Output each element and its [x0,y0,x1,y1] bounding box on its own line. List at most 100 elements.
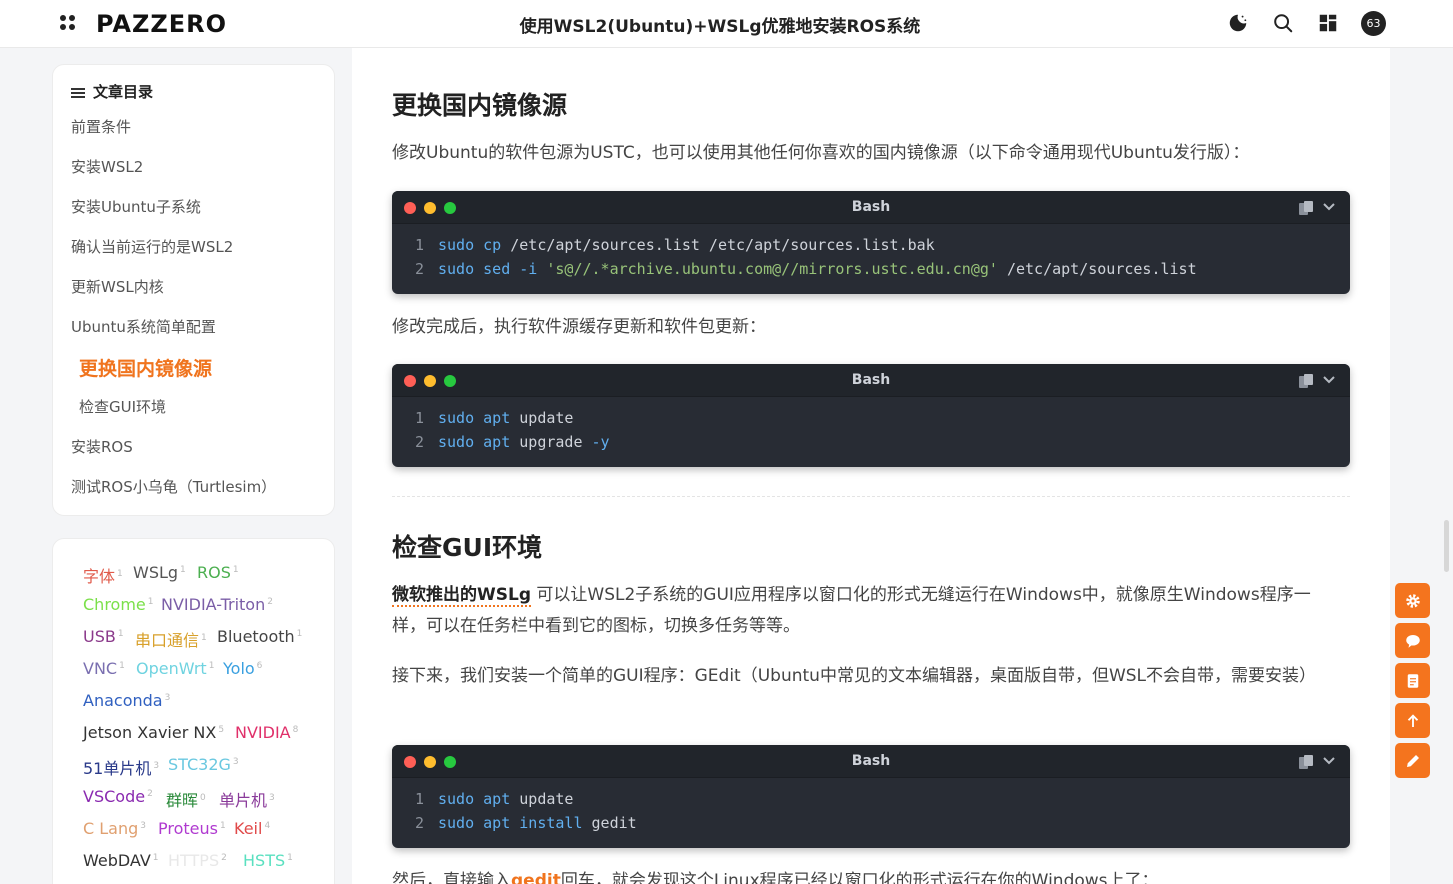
toc-item[interactable]: 安装ROS [71,436,133,457]
tag-link[interactable]: Keil 4 [234,819,270,838]
tag-name: Keil [234,819,263,838]
gear-icon [1405,593,1420,608]
tag-count: 1 [208,660,215,671]
tag-link[interactable]: 51单片机 3 [83,755,159,779]
tag-link[interactable]: Yolo 6 [223,659,262,678]
copy-icon[interactable] [1298,754,1314,770]
tag-count: 2 [221,852,227,863]
tag-name: NVIDIA-Triton [161,595,266,614]
toc-item[interactable]: 安装WSL2 [71,156,143,177]
tag-count: 2 [147,788,153,799]
chevron-down-icon[interactable] [1322,200,1336,214]
tag-link[interactable]: 单片机 3 [219,787,275,811]
tag-link[interactable]: USB 1 [83,627,124,646]
tag-link[interactable]: OpenWrt 1 [136,659,214,678]
tag-name: WSLg [133,563,179,582]
tag-link[interactable]: Jetson Xavier NX 5 [83,723,224,742]
tag-count: 1 [287,852,293,863]
tag-name: Jetson Xavier NX [83,723,217,742]
toc-item-active[interactable]: 更换国内镜像源 [79,354,212,381]
tag-link[interactable]: VSCode 2 [83,787,153,806]
toc-toggle-button[interactable] [1395,663,1430,698]
scrollbar[interactable] [1444,520,1449,572]
tag-link[interactable]: C Lang 3 [83,819,146,838]
settings-button[interactable] [1395,583,1430,618]
back-to-top-button[interactable] [1395,703,1430,738]
dark-mode-icon[interactable] [1227,12,1249,34]
toc-item[interactable]: 检查GUI环境 [79,396,166,417]
code-block: Bash 1 sudo apt update 2 sudo apt install … [392,745,1350,848]
tag-name: 串口通信 [135,631,200,650]
tag-name: HTTPS [168,851,220,870]
tag-name: ROS [197,563,231,582]
tag-name: 51单片机 [83,759,152,778]
toc-item[interactable]: 安装Ubuntu子系统 [71,196,201,217]
top-header: PAZZERO 使用WSL2(Ubuntu)+WSLg优雅地安装ROS系统 63 [0,0,1453,48]
tag-name: HSTS [243,851,286,870]
paragraph: 微软推出的WSLg 可以让WSL2子系统的GUI应用程序以窗口化的形式无缝运行在… [392,585,1311,636]
tag-count: 3 [140,820,147,831]
apps-icon[interactable] [1317,12,1339,34]
tag-count: 2 [267,596,273,607]
tag-link[interactable]: ROS 1 [197,563,239,582]
tag-link[interactable]: WSLg 1 [133,563,186,582]
tag-name: Anaconda [83,691,163,710]
avatar[interactable]: 63 [1361,11,1386,36]
menu-grid-icon[interactable] [60,15,76,31]
tag-count: 5 [218,724,225,735]
toc-item[interactable]: Ubuntu系统简单配置 [71,316,216,337]
tag-link[interactable]: 群晖 0 [166,787,206,811]
tag-link[interactable]: Proteus 1 [158,819,226,838]
chevron-down-icon[interactable] [1322,373,1336,387]
copy-icon[interactable] [1298,373,1314,389]
tag-count: 8 [292,724,299,735]
tag-link[interactable]: 字体 1 [83,563,123,587]
tag-link[interactable]: HTTPS 2 [168,851,227,870]
chat-bubble-icon [1405,634,1420,648]
section-heading: 检查GUI环境 [392,533,543,562]
tag-name: C Lang [83,819,139,838]
section-divider [392,496,1350,497]
toc-item[interactable]: 确认当前运行的是WSL2 [71,236,233,257]
tag-count: 3 [153,760,160,771]
tag-name: VNC [83,659,118,678]
tag-count: 1 [119,660,125,671]
toc-card: 文章目录 前置条件 安装WSL2 安装Ubuntu子系统 确认当前运行的是WSL… [52,64,335,516]
tag-link[interactable]: HSTS 1 [243,851,293,870]
code-line: 2 sudo apt upgrade -y [414,433,610,451]
edit-button[interactable] [1395,743,1430,778]
tag-name: 群晖 [166,791,199,810]
search-icon[interactable] [1272,12,1294,34]
toc-item[interactable]: 测试ROS小乌龟（Turtlesim） [71,476,276,497]
arrow-up-icon [1407,713,1418,727]
chevron-down-icon[interactable] [1322,754,1336,768]
tag-link[interactable]: NVIDIA 8 [235,723,298,742]
list-icon [71,86,85,100]
tag-cloud: 字体 1 WSLg 1 ROS 1 Chrome 1 NVIDIA-Triton 2 USB 1 串口通… [52,538,335,884]
tag-name: OpenWrt [136,659,207,678]
copy-icon[interactable] [1298,200,1314,216]
tag-link[interactable]: NVIDIA-Triton 2 [161,595,273,614]
code-block: Bash 1 sudo cp /etc/apt/sources.list /etc… [392,191,1350,294]
tag-count: 1 [201,632,207,643]
tag-link[interactable]: WebDAV 1 [83,851,159,870]
site-logo[interactable]: PAZZERO [96,10,227,38]
paragraph: 修改完成后，执行软件源缓存更新和软件包更新： [392,317,766,337]
tag-link[interactable]: Anaconda 3 [83,691,170,710]
code-header: Bash [392,745,1350,778]
tag-name: VSCode [83,787,146,806]
comment-button[interactable] [1395,623,1430,658]
toc-item[interactable]: 前置条件 [71,116,131,137]
tag-count: 3 [164,692,171,703]
wslg-link[interactable]: 微软推出的WSLg [392,585,531,607]
tag-count: 6 [256,660,263,671]
tag-link[interactable]: STC32G 3 [168,755,239,774]
tag-link[interactable]: VNC 1 [83,659,125,678]
tag-link[interactable]: Chrome 1 [83,595,154,614]
tag-name: 单片机 [219,791,268,810]
code-header: Bash [392,191,1350,224]
tag-link[interactable]: 串口通信 1 [135,627,207,651]
tag-name: Bluetooth [217,627,295,646]
tag-link[interactable]: Bluetooth 1 [217,627,302,646]
toc-item[interactable]: 更新WSL内核 [71,276,164,297]
